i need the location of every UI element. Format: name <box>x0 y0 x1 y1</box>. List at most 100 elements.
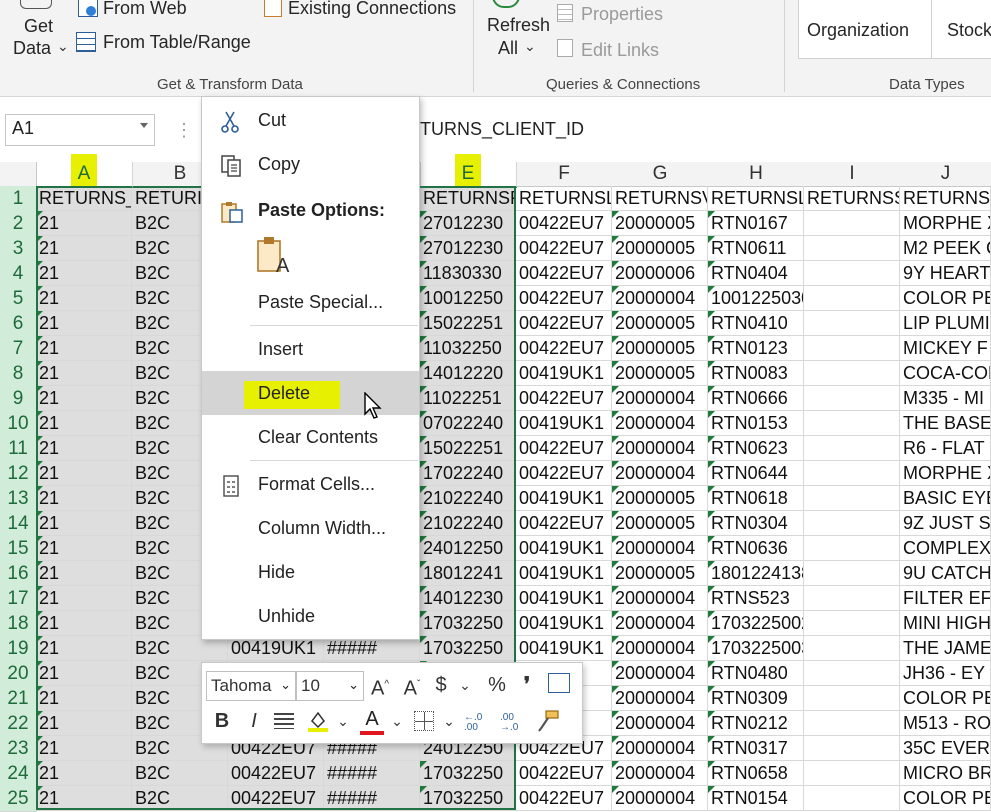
cell[interactable]: 00419UK1 <box>516 611 612 636</box>
menu-item-copy[interactable]: Copy <box>202 144 419 184</box>
cell[interactable] <box>804 436 900 461</box>
cell[interactable] <box>804 711 900 736</box>
cell[interactable]: RTN0123 <box>708 336 804 361</box>
cell[interactable]: B2C <box>132 761 228 786</box>
menu-item-unhide[interactable]: Unhide <box>202 596 419 636</box>
row-header[interactable]: 14 <box>0 511 37 537</box>
cell[interactable]: 21 <box>36 536 132 561</box>
cell[interactable]: 21 <box>36 761 132 786</box>
cell[interactable]: 21 <box>36 486 132 511</box>
cell[interactable]: RTN0410 <box>708 311 804 336</box>
chevron-down-icon[interactable]: ⌄ <box>458 671 472 699</box>
cell[interactable]: 18012241 <box>420 561 516 586</box>
row-header[interactable]: 8 <box>0 361 37 387</box>
cell[interactable]: 20000004 <box>612 786 708 811</box>
cell[interactable]: 21 <box>36 211 132 236</box>
cell[interactable] <box>804 636 900 661</box>
existing-connections-button[interactable]: Existing Connections <box>262 0 462 22</box>
percent-style-icon[interactable]: % <box>484 671 510 699</box>
cell[interactable]: RTN0153 <box>708 411 804 436</box>
cell[interactable]: 21 <box>36 511 132 536</box>
row-header[interactable]: 9 <box>0 386 37 412</box>
cell[interactable]: 00422EU7 <box>228 786 324 811</box>
cell[interactable]: 20000004 <box>612 761 708 786</box>
more-options-icon[interactable]: ⋮ <box>175 120 193 141</box>
cell[interactable]: RETURNSL <box>516 186 612 211</box>
cell[interactable]: R6 - FLAT <box>900 436 991 461</box>
cell[interactable]: 00422EU7 <box>228 761 324 786</box>
cell[interactable] <box>804 261 900 286</box>
menu-item-hide[interactable]: Hide <box>202 552 419 592</box>
cell[interactable]: 21 <box>36 586 132 611</box>
cell[interactable]: 27012230 <box>420 236 516 261</box>
cell[interactable]: 21 <box>36 611 132 636</box>
cell[interactable]: MINI HIGH <box>900 611 991 636</box>
cell[interactable]: 24012250 <box>420 536 516 561</box>
cell[interactable]: 21 <box>36 411 132 436</box>
cell[interactable]: 21 <box>36 436 132 461</box>
cell[interactable]: 21 <box>36 711 132 736</box>
cell[interactable]: 00422EU7 <box>516 211 612 236</box>
cell[interactable]: 14012230 <box>420 586 516 611</box>
cell[interactable] <box>804 236 900 261</box>
cell[interactable]: FILTER EF <box>900 586 991 611</box>
cell[interactable]: RETURNS_ <box>36 186 132 211</box>
cell[interactable]: 21 <box>36 661 132 686</box>
cell[interactable]: 20000006 <box>612 261 708 286</box>
cell[interactable]: RETURNSL <box>708 186 804 211</box>
row-header[interactable]: 16 <box>0 561 37 587</box>
from-table-range-button[interactable]: From Table/Range <box>76 30 256 56</box>
cell[interactable]: 00419UK1 <box>516 636 612 661</box>
chevron-down-icon[interactable]: ⌄ <box>336 707 350 735</box>
cell[interactable]: COLOR PE <box>900 686 991 711</box>
column-header-i[interactable]: I <box>804 162 901 187</box>
cell[interactable]: 00419UK1 <box>516 561 612 586</box>
properties-button[interactable]: Properties <box>555 2 675 26</box>
cell[interactable]: RTN0666 <box>708 386 804 411</box>
column-header-e[interactable]: E <box>420 162 517 188</box>
row-header[interactable]: 19 <box>0 636 37 662</box>
menu-item-column-width[interactable]: Column Width... <box>202 508 419 548</box>
menu-item-delete[interactable]: Delete <box>202 371 419 415</box>
merge-center-icon[interactable] <box>548 673 570 693</box>
cell[interactable]: M513 - RO <box>900 711 991 736</box>
cell[interactable] <box>804 336 900 361</box>
bold-button[interactable]: B <box>210 707 234 735</box>
cell[interactable]: 20000004 <box>612 436 708 461</box>
cell[interactable]: 35C EVER <box>900 736 991 761</box>
cell[interactable]: 21 <box>36 336 132 361</box>
cell[interactable]: 20000005 <box>612 561 708 586</box>
cell[interactable]: 00422EU7 <box>516 336 612 361</box>
cell[interactable]: 20000004 <box>612 461 708 486</box>
cell[interactable] <box>804 211 900 236</box>
row-header[interactable]: 12 <box>0 461 37 487</box>
cell[interactable]: 20000004 <box>612 686 708 711</box>
cell[interactable]: 20000004 <box>612 711 708 736</box>
cell[interactable]: 21 <box>36 686 132 711</box>
menu-item-format-cells[interactable]: Format Cells... <box>202 464 419 504</box>
cell[interactable]: RTN0644 <box>708 461 804 486</box>
column-header-g[interactable]: G <box>612 162 709 187</box>
cell[interactable]: RTN0154 <box>708 786 804 811</box>
format-painter-icon[interactable] <box>536 709 560 733</box>
cell[interactable] <box>804 286 900 311</box>
cell[interactable]: BASIC EYE <box>900 486 991 511</box>
cell[interactable]: 11032250 <box>420 336 516 361</box>
cell[interactable] <box>804 661 900 686</box>
row-header[interactable]: 21 <box>0 686 37 712</box>
decrease-decimal-icon[interactable]: .00 →.0 <box>500 713 534 733</box>
cell[interactable]: RTN0611 <box>708 236 804 261</box>
cell[interactable]: B2C <box>132 786 228 811</box>
menu-item-cut[interactable]: Cut <box>202 100 419 140</box>
cell[interactable]: ##### <box>324 786 420 811</box>
row-header[interactable]: 11 <box>0 436 37 462</box>
cell[interactable]: 17022240 <box>420 461 516 486</box>
cell[interactable]: 20000005 <box>612 311 708 336</box>
cell[interactable] <box>804 561 900 586</box>
cell[interactable]: 21022240 <box>420 486 516 511</box>
cell[interactable] <box>804 536 900 561</box>
cell[interactable]: 00422EU7 <box>516 786 612 811</box>
column-header-a[interactable]: A <box>36 162 133 188</box>
cell[interactable]: 15022251 <box>420 436 516 461</box>
cell[interactable] <box>804 761 900 786</box>
